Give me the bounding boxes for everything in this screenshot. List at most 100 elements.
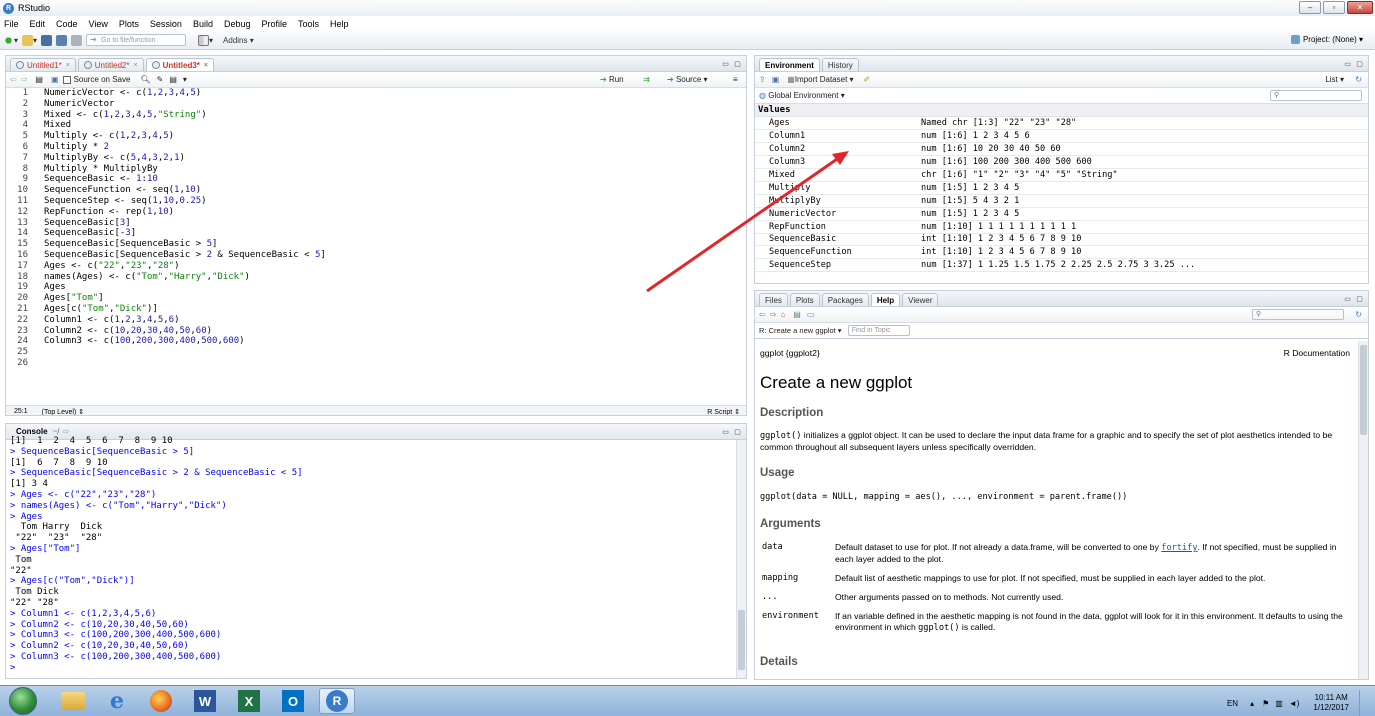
pane-minimize-icon[interactable]: ▭ xyxy=(1343,59,1352,68)
code-line[interactable]: 1 NumericVector <- c(1,2,3,4,5) xyxy=(6,88,746,99)
taskbar-outlook[interactable]: O xyxy=(275,688,311,714)
tab-untitled1[interactable]: Untitled1* × xyxy=(10,58,76,71)
code-line[interactable]: 14 SequenceBasic[-3] xyxy=(6,228,746,240)
tab-untitled3[interactable]: Untitled3* × xyxy=(145,58,214,71)
language-indicator[interactable]: EN xyxy=(1227,699,1238,708)
menu-tools[interactable]: Tools xyxy=(298,19,319,29)
maximize-button[interactable]: ▫ xyxy=(1323,1,1345,14)
network-icon[interactable]: ▥ xyxy=(1275,699,1283,708)
file-type-selector[interactable]: R Script ⇕ xyxy=(707,408,740,416)
compile-report-icon[interactable]: ▤ xyxy=(169,75,177,84)
outline-icon[interactable]: ≡ xyxy=(733,75,738,84)
code-line[interactable]: 4 Mixed xyxy=(6,120,746,132)
pane-maximize-icon[interactable]: ▢ xyxy=(733,427,742,436)
import-dataset-button[interactable]: ▦Import Dataset ▾ xyxy=(787,75,853,84)
code-line[interactable]: 12 RepFunction <- rep(1,10) xyxy=(6,206,746,218)
code-line[interactable]: 21 Ages[c("Tom","Dick")] xyxy=(6,303,746,315)
chevron-down-icon[interactable]: ▾ xyxy=(183,75,187,84)
code-line[interactable]: 3 Mixed <- c(1,2,3,4,5,"String") xyxy=(6,109,746,121)
environment-row[interactable]: Ages Named chr [1:3] "22" "23" "28" xyxy=(755,117,1368,131)
code-line[interactable]: 17 Ages <- c("22","23","28") xyxy=(6,260,746,272)
save-all-button[interactable] xyxy=(56,34,68,46)
taskbar-rstudio[interactable]: R xyxy=(319,688,355,714)
flag-icon[interactable]: ⚑ xyxy=(1262,699,1269,708)
pane-maximize-icon[interactable]: ▢ xyxy=(1355,294,1364,303)
code-line[interactable]: 7 MultiplyBy <- c(5,4,3,2,1) xyxy=(6,152,746,164)
code-line[interactable]: 10 SequenceFunction <- seq(1,10) xyxy=(6,185,746,196)
clear-broom-icon[interactable]: ✐ xyxy=(864,75,871,84)
console-goto-dir-icon[interactable]: ⇨ xyxy=(62,427,69,436)
code-line[interactable]: 2 NumericVector xyxy=(6,98,746,110)
list-view-button[interactable]: List ▾ xyxy=(1325,75,1344,84)
code-line[interactable]: 22 Column1 <- c(1,2,3,4,5,6) xyxy=(6,314,746,326)
environment-scope-select[interactable]: ◍ Global Environment ▾ xyxy=(759,91,845,100)
project-menu[interactable]: Project: (None) ▾ xyxy=(1290,35,1363,44)
code-line[interactable]: 6 Multiply * 2 xyxy=(6,141,746,153)
home-icon[interactable]: ⌂ xyxy=(780,310,785,319)
environment-search-input[interactable]: ⚲ xyxy=(1270,90,1362,101)
save-button[interactable] xyxy=(41,34,53,46)
code-line[interactable]: 5 Multiply <- c(1,2,3,4,5) xyxy=(6,131,746,142)
print-button[interactable] xyxy=(71,34,83,46)
tab-history[interactable]: History xyxy=(821,58,859,71)
help-topic-select[interactable]: R: Create a new ggplot ▾ xyxy=(759,326,842,335)
back-arrow-icon[interactable]: ⇦ xyxy=(10,75,17,84)
taskbar-ie[interactable]: e xyxy=(99,688,135,714)
console-output[interactable]: [1] 1 2 4 5 6 7 8 9 10 > SequenceBasic[Se… xyxy=(6,436,746,674)
menu-profile[interactable]: Profile xyxy=(262,19,288,29)
wand-icon[interactable]: ✎ xyxy=(157,75,164,84)
menu-plots[interactable]: Plots xyxy=(119,19,139,29)
environment-row[interactable]: Column1 num [1:6] 1 2 3 4 5 6 xyxy=(755,129,1368,144)
forward-arrow-icon[interactable]: ⇨ xyxy=(770,310,777,319)
search-icon[interactable]: 🔍︎ xyxy=(140,75,150,84)
refresh-icon[interactable]: ↻ xyxy=(1355,75,1362,84)
pane-minimize-icon[interactable]: ▭ xyxy=(721,427,730,436)
load-workspace-icon[interactable]: ⇪ xyxy=(759,75,766,84)
taskbar-excel[interactable]: X xyxy=(231,688,267,714)
tab-close-icon[interactable]: × xyxy=(66,62,70,69)
show-in-window-icon[interactable]: ▤ xyxy=(35,75,43,84)
fortify-link[interactable]: fortify xyxy=(1161,543,1197,553)
pane-minimize-icon[interactable]: ▭ xyxy=(721,59,730,68)
code-line[interactable]: 19 Ages xyxy=(6,282,746,294)
code-line[interactable]: 9 SequenceBasic <- 1:10 xyxy=(6,174,746,186)
back-arrow-icon[interactable]: ⇦ xyxy=(759,310,766,319)
refresh-icon[interactable]: ↻ xyxy=(1355,310,1362,319)
code-line[interactable]: 13 SequenceBasic[3] xyxy=(6,217,746,229)
save-workspace-icon[interactable]: ▣ xyxy=(772,75,780,84)
menu-code[interactable]: Code xyxy=(56,19,78,29)
code-line[interactable]: 18 names(Ages) <- c("Tom","Harry","Dick") xyxy=(6,271,746,283)
help-scrollbar[interactable] xyxy=(1358,341,1368,679)
tab-environment[interactable]: Environment xyxy=(759,58,820,71)
run-button[interactable]: ➔ Run xyxy=(600,75,624,84)
taskbar-word[interactable]: W xyxy=(187,688,223,714)
menu-session[interactable]: Session xyxy=(150,19,182,29)
code-line[interactable]: 23 Column2 <- c(10,20,30,40,50,60) xyxy=(6,325,746,337)
scope-selector[interactable]: (Top Level) ⇕ xyxy=(42,408,84,416)
tab-viewer[interactable]: Viewer xyxy=(902,293,939,306)
code-line[interactable]: 11 SequenceStep <- seq(1,10,0.25) xyxy=(6,195,746,207)
menu-help[interactable]: Help xyxy=(330,19,349,29)
open-project-button[interactable]: ▾ xyxy=(22,34,37,46)
addins-button[interactable]: Addins ▾ xyxy=(223,36,254,45)
code-editor[interactable]: 1 NumericVector <- c(1,2,3,4,5) 2 NumericVe… xyxy=(6,88,746,405)
source-button[interactable]: ➔ Source ▾ xyxy=(667,75,708,84)
start-button[interactable] xyxy=(9,687,37,715)
code-line[interactable]: 8 Multiply * MultiplyBy xyxy=(6,163,746,175)
show-in-window-icon[interactable]: ▭ xyxy=(807,310,815,319)
code-line[interactable]: 26 xyxy=(6,357,746,369)
find-in-topic-input[interactable]: Find in Topic xyxy=(847,325,910,336)
close-button[interactable]: ✕ xyxy=(1347,1,1373,14)
help-search-input[interactable]: ⚲ xyxy=(1252,309,1344,320)
rerun-button[interactable]: ⇉ xyxy=(643,75,650,84)
menu-debug[interactable]: Debug xyxy=(224,19,251,29)
source-on-save-checkbox[interactable] xyxy=(62,75,71,84)
code-line[interactable]: 20 Ages["Tom"] xyxy=(6,293,746,304)
show-desktop-button[interactable] xyxy=(1359,690,1369,716)
menu-build[interactable]: Build xyxy=(193,19,213,29)
console-scrollbar[interactable] xyxy=(736,440,746,678)
taskbar-firefox[interactable] xyxy=(143,688,179,714)
menu-file[interactable]: File xyxy=(4,19,19,29)
code-line[interactable]: 15 SequenceBasic[SequenceBasic > 5] xyxy=(6,239,746,250)
workspace-panes-button[interactable]: ▾ xyxy=(198,34,213,46)
